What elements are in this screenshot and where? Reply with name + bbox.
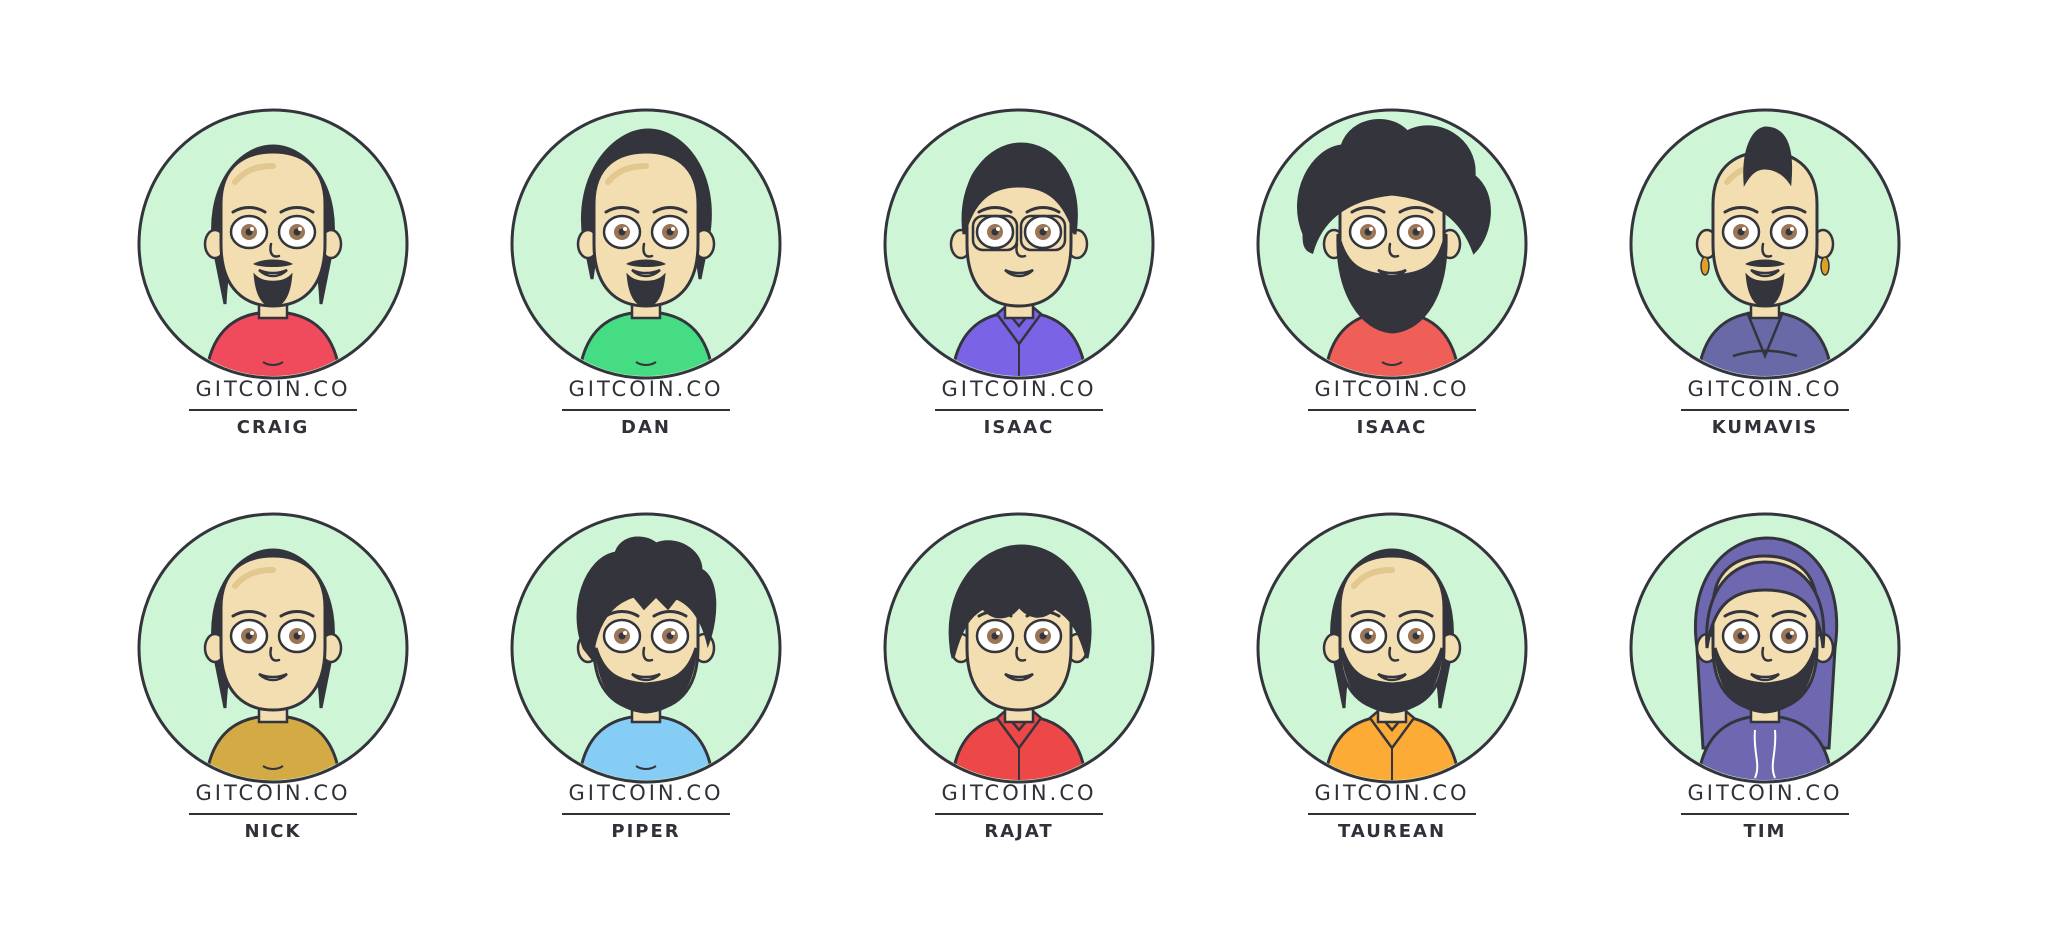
divider-line (1308, 409, 1476, 411)
divider-line (1681, 409, 1849, 411)
avatar-name: TAUREAN (1337, 821, 1447, 842)
avatar-name: DAN (621, 417, 671, 438)
site-label: GITCOIN.CO (941, 781, 1097, 805)
site-label: GITCOIN.CO (1687, 781, 1843, 805)
avatar-card: GITCOIN.CO CRAIG (123, 94, 423, 474)
site-label: GITCOIN.CO (195, 781, 351, 805)
avatar-name: KUMAVIS (1711, 417, 1819, 438)
site-label: GITCOIN.CO (1314, 377, 1470, 401)
divider-line (562, 409, 730, 411)
avatar-name: TIM (1743, 821, 1787, 842)
avatar-name: ISAAC (983, 417, 1055, 438)
site-label: GITCOIN.CO (1314, 781, 1470, 805)
avatar-card: GITCOIN.CO RAJAT (869, 498, 1169, 878)
avatar-card: GITCOIN.CO TIM (1615, 498, 1915, 878)
divider-line (189, 813, 357, 815)
avatar-card: GITCOIN.CO KUMAVIS (1615, 94, 1915, 474)
divider-line (935, 813, 1103, 815)
avatar-card: GITCOIN.CO DAN (496, 94, 796, 474)
divider-line (1308, 813, 1476, 815)
avatar-name: ISAAC (1356, 417, 1428, 438)
avatar-name: RAJAT (984, 821, 1054, 842)
divider-line (935, 409, 1103, 411)
site-label: GITCOIN.CO (941, 377, 1097, 401)
avatar-name: PIPER (611, 821, 681, 842)
avatar-card: GITCOIN.CO TAUREAN (1242, 498, 1542, 878)
divider-line (189, 409, 357, 411)
site-label: GITCOIN.CO (195, 377, 351, 401)
site-label: GITCOIN.CO (568, 781, 724, 805)
avatar-card: GITCOIN.CO ISAAC (1242, 94, 1542, 474)
avatar-card: GITCOIN.CO NICK (123, 498, 423, 878)
divider-line (1681, 813, 1849, 815)
avatar-name: CRAIG (236, 417, 310, 438)
divider-line (562, 813, 730, 815)
site-label: GITCOIN.CO (568, 377, 724, 401)
avatar-name: NICK (244, 821, 302, 842)
avatar-card: GITCOIN.CO ISAAC (869, 94, 1169, 474)
site-label: GITCOIN.CO (1687, 377, 1843, 401)
avatar-card: GITCOIN.CO PIPER (496, 498, 796, 878)
